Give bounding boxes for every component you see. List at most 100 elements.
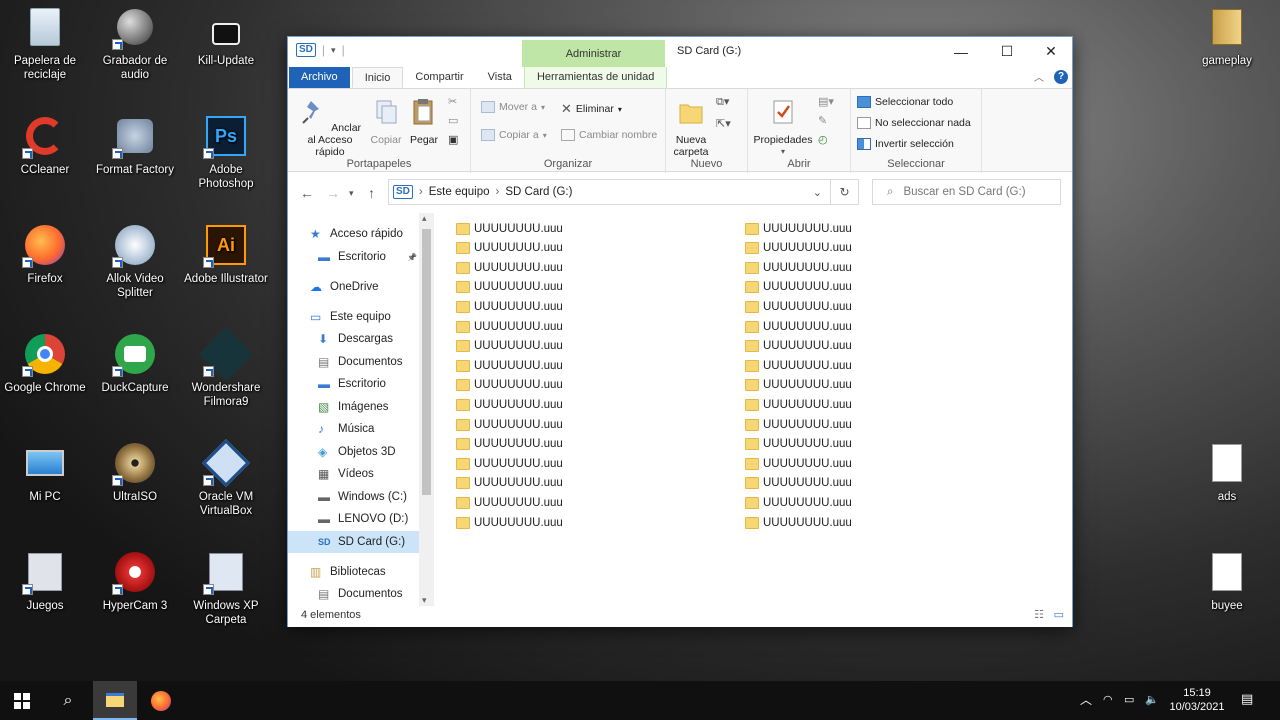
- desktop-shortcut[interactable]: Kill-Update: [182, 4, 270, 68]
- nav-item[interactable]: ▬ Windows (C:): [288, 486, 419, 508]
- nav-item[interactable]: ▥ Bibliotecas: [288, 561, 419, 583]
- file-item[interactable]: UUUUUUUU.uuu: [456, 278, 563, 297]
- desktop-shortcut[interactable]: Mi PC: [1, 440, 89, 504]
- details-view-icon[interactable]: ☷: [1034, 608, 1044, 621]
- tab-vista[interactable]: Vista: [476, 67, 524, 88]
- network-icon[interactable]: ◠: [1103, 693, 1113, 707]
- clock[interactable]: 15:19 10/03/2021: [1166, 686, 1228, 714]
- nav-scrollbar[interactable]: ▴ ▾: [419, 213, 434, 606]
- file-item[interactable]: UUUUUUUU.uuu: [745, 395, 852, 414]
- nav-item[interactable]: ▬ Escritorio 📌: [288, 246, 419, 268]
- file-item[interactable]: UUUUUUUU.uuu: [456, 239, 563, 258]
- tab-herramientas-de-unidad[interactable]: Herramientas de unidad: [523, 67, 668, 88]
- close-button[interactable]: ✕: [1028, 37, 1074, 66]
- file-item[interactable]: UUUUUUUU.uuu: [745, 258, 852, 277]
- desktop-shortcut[interactable]: Ai Adobe Illustrator: [182, 222, 270, 286]
- address-box[interactable]: SD › Este equipo › SD Card (G:) ⌄: [388, 179, 831, 205]
- collapse-ribbon-icon[interactable]: ︿: [1034, 69, 1044, 84]
- nav-item[interactable]: ★ Acceso rápido: [288, 223, 419, 245]
- desktop-shortcut[interactable]: Grabador de audio: [91, 4, 179, 82]
- desktop-shortcut[interactable]: buyee: [1183, 549, 1271, 613]
- desktop-shortcut[interactable]: Format Factory: [91, 113, 179, 177]
- file-explorer-taskbar-icon[interactable]: [93, 681, 137, 720]
- show-hidden-icons-icon[interactable]: ︿: [1080, 693, 1092, 707]
- pin-quick-access-button[interactable]: Anclar al Acceso rápido: [294, 97, 366, 158]
- file-item[interactable]: UUUUUUUU.uuu: [456, 317, 563, 336]
- up-arrow-icon[interactable]: ↑: [368, 185, 375, 201]
- nav-item[interactable]: ☁ OneDrive: [288, 276, 419, 298]
- nav-item[interactable]: ▤ Documentos: [288, 583, 419, 605]
- desktop-shortcut[interactable]: Oracle VM VirtualBox: [182, 438, 270, 518]
- nav-item[interactable]: ♪ Música: [288, 418, 419, 440]
- rename-button[interactable]: Cambiar nombre: [561, 129, 657, 141]
- open-icon[interactable]: ▤▾: [818, 95, 834, 108]
- nav-item[interactable]: ⬇ Descargas: [288, 328, 419, 350]
- cut-icon[interactable]: ✂: [448, 95, 458, 108]
- file-item[interactable]: UUUUUUUU.uuu: [745, 376, 852, 395]
- desktop-shortcut[interactable]: Papelera de reciclaje: [1, 4, 89, 82]
- desktop-shortcut[interactable]: Google Chrome: [1, 331, 89, 395]
- tab-compartir[interactable]: Compartir: [403, 67, 475, 88]
- qat-dropdown-icon[interactable]: ▾: [331, 45, 336, 56]
- desktop-shortcut[interactable]: Windows XP Carpeta: [182, 549, 270, 627]
- refresh-icon[interactable]: ↻: [831, 179, 859, 205]
- file-item[interactable]: UUUUUUUU.uuu: [456, 395, 563, 414]
- file-item[interactable]: UUUUUUUU.uuu: [745, 513, 852, 532]
- notifications-icon[interactable]: ▤: [1241, 692, 1253, 706]
- file-item[interactable]: UUUUUUUU.uuu: [745, 239, 852, 258]
- nav-item[interactable]: ▬ Escritorio: [288, 373, 419, 395]
- new-item-icon[interactable]: ⧉▾: [716, 95, 731, 109]
- search-box[interactable]: ⌕ Buscar en SD Card (G:): [872, 179, 1061, 205]
- file-item[interactable]: UUUUUUUU.uuu: [745, 317, 852, 336]
- nav-item[interactable]: ▤ Documentos: [288, 351, 419, 373]
- desktop-shortcut[interactable]: gameplay: [1183, 4, 1271, 68]
- file-item[interactable]: UUUUUUUU.uuu: [456, 337, 563, 356]
- file-item[interactable]: UUUUUUUU.uuu: [745, 474, 852, 493]
- file-item[interactable]: UUUUUUUU.uuu: [745, 297, 852, 316]
- back-arrow-icon[interactable]: ←: [300, 185, 314, 201]
- easy-access-icon[interactable]: ⇱▾: [716, 117, 731, 130]
- file-item[interactable]: UUUUUUUU.uuu: [745, 356, 852, 375]
- copy-to-button[interactable]: Copiar a ▾: [481, 129, 547, 141]
- new-folder-button[interactable]: Nueva carpeta: [670, 97, 712, 158]
- battery-icon[interactable]: ▭: [1124, 693, 1134, 707]
- file-item[interactable]: UUUUUUUU.uuu: [456, 297, 563, 316]
- file-item[interactable]: UUUUUUUU.uuu: [745, 219, 852, 238]
- properties-button[interactable]: Propiedades ▾: [750, 97, 816, 158]
- desktop-shortcut[interactable]: Ps Adobe Photoshop: [182, 113, 270, 191]
- breadcrumb-este-equipo[interactable]: Este equipo: [429, 186, 490, 198]
- tab-inicio[interactable]: Inicio: [351, 67, 404, 88]
- file-item[interactable]: UUUUUUUU.uuu: [745, 454, 852, 473]
- tab-archivo[interactable]: Archivo: [289, 67, 350, 88]
- file-item[interactable]: UUUUUUUU.uuu: [456, 493, 563, 512]
- desktop-shortcut[interactable]: Allok Video Splitter: [91, 222, 179, 300]
- file-item[interactable]: UUUUUUUU.uuu: [456, 474, 563, 493]
- file-item[interactable]: UUUUUUUU.uuu: [456, 454, 563, 473]
- help-icon[interactable]: ?: [1054, 69, 1068, 84]
- firefox-taskbar-icon[interactable]: [139, 681, 183, 720]
- file-item[interactable]: UUUUUUUU.uuu: [745, 415, 852, 434]
- desktop-shortcut[interactable]: HyperCam 3: [91, 549, 179, 613]
- move-to-button[interactable]: Mover a ▾: [481, 101, 545, 113]
- file-item[interactable]: UUUUUUUU.uuu: [745, 337, 852, 356]
- edit-icon[interactable]: ✎: [818, 114, 834, 127]
- search-taskbar-icon[interactable]: ⌕: [46, 681, 90, 720]
- nav-scroll-thumb[interactable]: [422, 229, 431, 495]
- copy-button[interactable]: Copiar: [368, 97, 404, 146]
- address-dropdown-icon[interactable]: ⌄: [813, 186, 822, 199]
- paste-shortcut-icon[interactable]: ▣: [448, 133, 458, 146]
- nav-item[interactable]: ▭ Este equipo: [288, 306, 419, 328]
- file-item[interactable]: UUUUUUUU.uuu: [456, 435, 563, 454]
- file-item[interactable]: UUUUUUUU.uuu: [456, 415, 563, 434]
- large-icons-view-icon[interactable]: ▭: [1054, 608, 1064, 621]
- file-item[interactable]: UUUUUUUU.uuu: [745, 435, 852, 454]
- desktop-shortcut[interactable]: CCleaner: [1, 113, 89, 177]
- volume-muted-icon[interactable]: 🔈: [1145, 693, 1159, 707]
- breadcrumb-sd-card[interactable]: SD Card (G:): [505, 186, 572, 198]
- paste-button[interactable]: Pegar: [406, 97, 442, 146]
- nav-item[interactable]: SD SD Card (G:): [288, 531, 419, 553]
- minimize-button[interactable]: —: [938, 37, 984, 66]
- forward-arrow-icon[interactable]: →: [326, 185, 340, 201]
- history-icon[interactable]: ◴: [818, 133, 834, 146]
- recent-dropdown-icon[interactable]: ▾: [349, 188, 354, 199]
